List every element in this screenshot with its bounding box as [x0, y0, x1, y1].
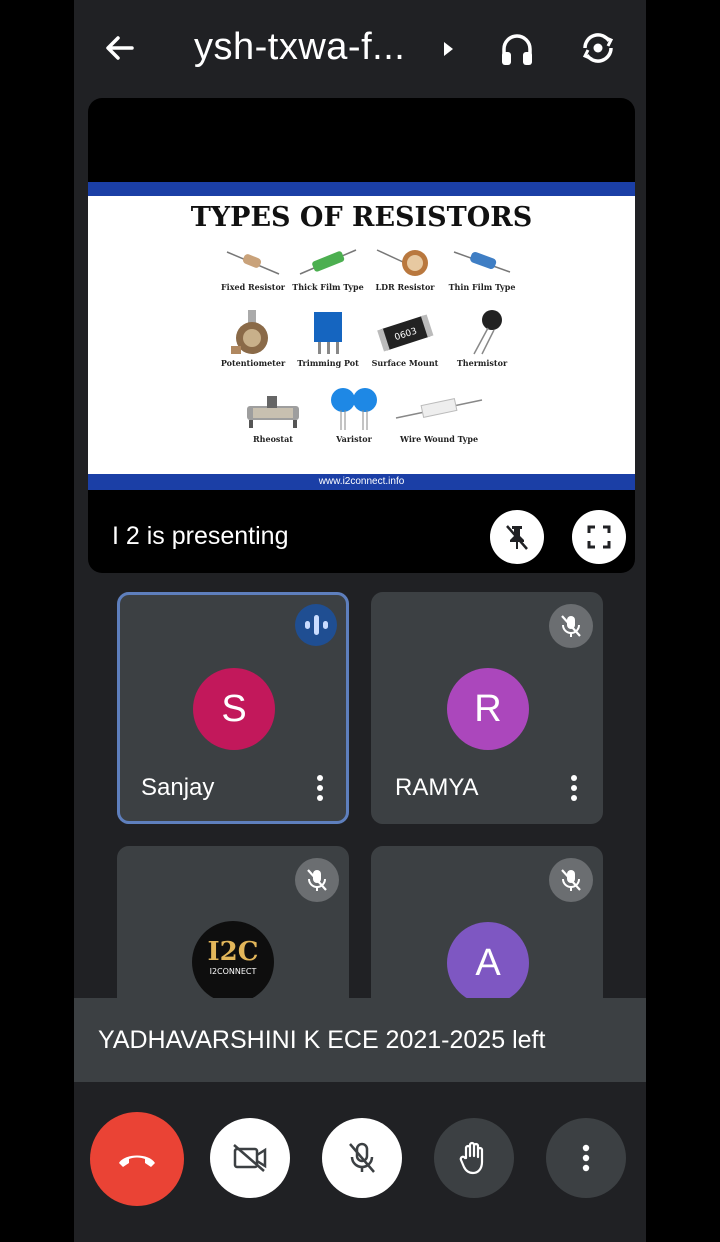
presenting-status: I 2 is presenting — [112, 522, 289, 550]
raise-hand-button[interactable] — [434, 1118, 514, 1198]
avatar: R — [447, 668, 529, 750]
resistor-label: Wire Wound Type — [399, 434, 479, 444]
logo-text: I2C — [207, 937, 259, 967]
avatar: A — [447, 922, 529, 1004]
participant-tile[interactable]: S Sanjay — [117, 592, 349, 824]
expand-arrow-icon[interactable] — [444, 42, 453, 56]
end-call-button[interactable] — [90, 1112, 184, 1206]
fullscreen-icon — [587, 525, 611, 549]
resistor-label: Thin Film Type — [448, 282, 516, 292]
organization-logo: I2C I2CONNECT — [192, 921, 274, 1003]
resistor-item: Thin Film Type — [434, 244, 530, 292]
top-bar: ysh-txwa-f... — [74, 0, 646, 96]
unpin-icon — [506, 525, 528, 550]
participant-name: Sanjay — [141, 774, 215, 801]
resistor-label: Varistor — [336, 434, 372, 444]
toast-message: YADHAVARSHINI K ECE 2021-2025 left — [98, 1026, 546, 1054]
microphone-toggle-button[interactable] — [322, 1118, 402, 1198]
resistor-item: Thermistor — [434, 308, 530, 368]
meeting-code[interactable]: ysh-txwa-f... — [194, 26, 405, 69]
back-arrow-icon[interactable] — [102, 30, 138, 66]
mic-off-icon — [295, 858, 339, 902]
resistor-label: Thermistor — [456, 358, 508, 368]
camera-toggle-button[interactable] — [210, 1118, 290, 1198]
avatar: S — [193, 668, 275, 750]
presentation-tile[interactable]: TYPES OF RESISTORS Fixed Resistor Thick … — [88, 98, 635, 573]
switch-camera-icon[interactable] — [578, 28, 618, 68]
more-options-icon — [582, 1144, 590, 1172]
slide-footer: www.i2connect.info — [88, 474, 635, 490]
fullscreen-button[interactable] — [572, 510, 626, 564]
slide-top-band — [88, 182, 635, 196]
participant-tile[interactable]: R RAMYA — [371, 592, 603, 824]
participant-name: RAMYA — [395, 774, 479, 801]
mic-off-icon — [549, 604, 593, 648]
end-call-icon — [119, 1155, 155, 1167]
unpin-button[interactable] — [490, 510, 544, 564]
resistor-item: Wire Wound Type — [391, 386, 487, 444]
shared-slide: TYPES OF RESISTORS Fixed Resistor Thick … — [88, 182, 635, 490]
more-vert-icon[interactable] — [569, 772, 579, 804]
resistor-item: Varistor — [306, 386, 402, 444]
call-controls — [74, 1082, 646, 1242]
speaking-indicator-icon — [295, 604, 337, 646]
raise-hand-icon — [459, 1141, 484, 1175]
mic-off-icon — [349, 1142, 375, 1173]
meet-app: ysh-txwa-f... TYPES OF RESISTORS Fixed R… — [74, 0, 646, 1242]
headphones-icon[interactable] — [498, 30, 536, 68]
slide-title: TYPES OF RESISTORS — [190, 202, 533, 233]
more-options-button[interactable] — [546, 1118, 626, 1198]
mic-off-icon — [549, 858, 593, 902]
notification-toast: YADHAVARSHINI K ECE 2021-2025 left — [74, 998, 646, 1082]
more-vert-icon[interactable] — [315, 772, 325, 804]
logo-subtext: I2CONNECT — [209, 967, 257, 976]
camera-off-icon — [233, 1144, 267, 1172]
